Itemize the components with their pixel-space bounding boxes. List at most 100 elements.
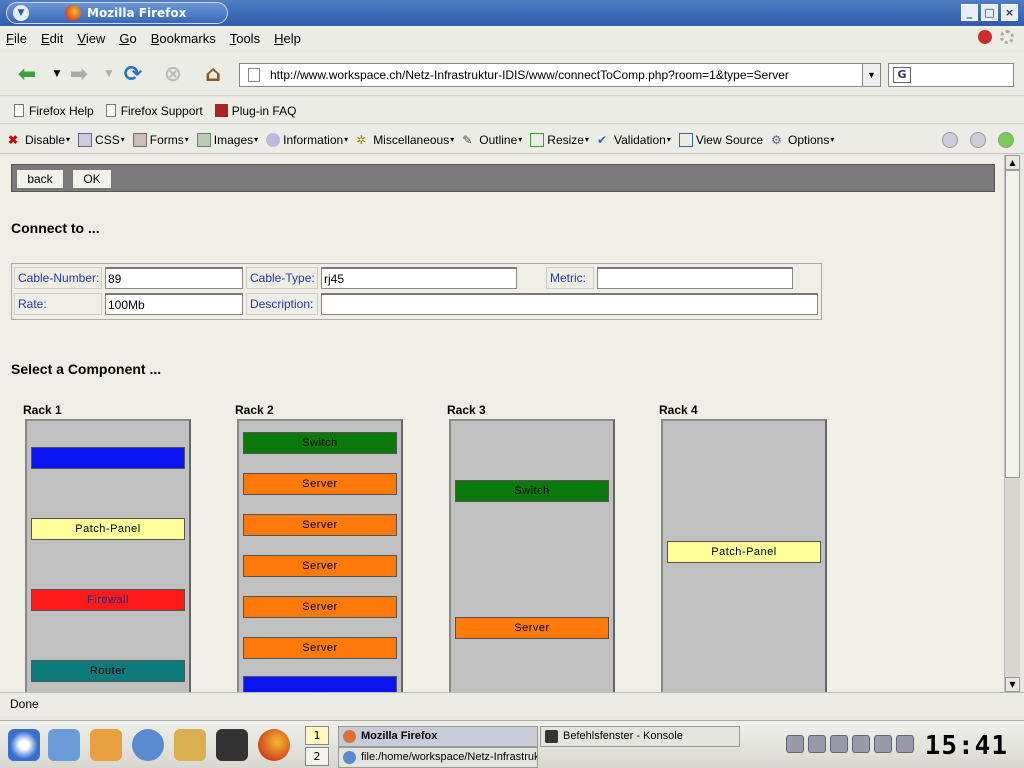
bookmark-plugin-faq[interactable]: Plug-in FAQ (214, 104, 296, 118)
menu-bookmarks[interactable]: Bookmarks (151, 31, 216, 46)
cable-form: Cable-Number: Cable-Type: Metric: Rate: … (11, 263, 822, 320)
bookmark-firefox-support[interactable]: Firefox Support (105, 104, 203, 118)
forward-history-dropdown-icon[interactable]: ▼ (96, 61, 122, 87)
minimize-button[interactable]: _ (961, 4, 978, 21)
menu-help[interactable]: Help (274, 31, 301, 46)
stop-icon[interactable]: ⊗ (160, 61, 186, 87)
devbar-resize[interactable]: Resize ▾ (530, 132, 589, 147)
home-folder-icon[interactable] (90, 729, 122, 761)
task-file-path[interactable]: file:/home/workspace/Netz-Infrastrukt (338, 747, 538, 768)
menu-file[interactable]: File (6, 31, 27, 46)
tray-update-icon[interactable] (874, 735, 892, 753)
maximize-button[interactable]: □ (981, 4, 998, 21)
mail-icon[interactable] (174, 729, 206, 761)
component-server[interactable]: Server (243, 473, 397, 495)
forward-icon[interactable]: ➡ (66, 61, 92, 87)
firefox-launcher-icon[interactable] (258, 729, 290, 761)
metric-label: Metric: (546, 267, 594, 289)
resize-icon (530, 132, 545, 147)
component-usv[interactable]: USV (31, 447, 185, 469)
information-icon (266, 132, 281, 147)
devbar-forms[interactable]: Forms ▾ (132, 132, 189, 147)
terminal-icon[interactable] (216, 729, 248, 761)
help-icon[interactable] (942, 132, 958, 148)
cable-type-field[interactable] (321, 267, 517, 289)
window-titlebar[interactable]: ▼ Mozilla Firefox _ □ × (0, 0, 1024, 26)
devbar-css[interactable]: CSS ▾ (78, 132, 125, 147)
menu-tools[interactable]: Tools (230, 31, 260, 46)
search-input[interactable]: G (888, 63, 1014, 87)
url-dropdown-icon[interactable]: ▼ (862, 64, 880, 86)
browser-icon[interactable] (132, 729, 164, 761)
reload-icon[interactable]: ⟳ (120, 61, 146, 87)
component-usv[interactable]: USV (243, 676, 397, 692)
scroll-up-icon[interactable]: ▲ (1005, 155, 1020, 170)
component-switch[interactable]: Switch (455, 480, 609, 502)
devbar-options[interactable]: ⚙ Options ▾ (771, 133, 834, 147)
go-icon[interactable] (998, 132, 1014, 148)
devbar-view-source[interactable]: View Source (678, 132, 763, 147)
close-button[interactable]: × (1001, 4, 1018, 21)
component-server[interactable]: Server (243, 555, 397, 577)
devbar-outline[interactable]: ✎ Outline ▾ (462, 133, 522, 147)
component-patch-panel[interactable]: Patch-Panel (31, 518, 185, 540)
menu-view[interactable]: View (77, 31, 105, 46)
document-icon (14, 104, 24, 117)
menu-edit[interactable]: Edit (41, 31, 63, 46)
vertical-scrollbar[interactable]: ▲ ▼ (1004, 155, 1020, 692)
search-engine-icon[interactable]: G (893, 67, 911, 83)
component-server[interactable]: Server (243, 596, 397, 618)
bookmark-firefox-help[interactable]: Firefox Help (14, 104, 94, 118)
status-text: Done (10, 697, 39, 711)
metric-field[interactable] (597, 267, 793, 289)
component-server[interactable]: Server (243, 514, 397, 536)
component-patch-panel[interactable]: Patch-Panel (667, 541, 821, 563)
tools-icon: ✲ (356, 132, 367, 147)
window-menu-icon[interactable]: ▼ (13, 5, 29, 21)
desktop-1-button[interactable]: 1 (305, 726, 329, 745)
clock[interactable]: 15:41 (925, 731, 1008, 761)
tray-calendar-icon[interactable] (852, 735, 870, 753)
scrollbar-thumb[interactable] (1005, 170, 1020, 478)
component-server[interactable]: Server (455, 617, 609, 639)
devbar-disable[interactable]: ✖ Disable ▾ (8, 133, 70, 147)
desktop-2-button[interactable]: 2 (305, 747, 329, 766)
scroll-down-icon[interactable]: ▼ (1005, 677, 1020, 692)
forms-icon (132, 132, 147, 147)
connect-heading: Connect to ... (11, 220, 100, 236)
devbar-validation[interactable]: ✔ Validation ▾ (597, 133, 671, 147)
cable-number-field[interactable] (105, 267, 243, 289)
tray-network-icon[interactable] (786, 735, 804, 753)
tray-tools-icon[interactable] (896, 735, 914, 753)
component-switch[interactable]: Switch (243, 432, 397, 454)
url-bar[interactable]: http://www.workspace.ch/Netz-Infrastrukt… (239, 63, 881, 87)
tray-klipper-icon[interactable] (808, 735, 826, 753)
desktop-icon[interactable] (48, 729, 80, 761)
images-icon (196, 132, 211, 147)
css-icon (78, 132, 93, 147)
validation-icon: ✔ (597, 132, 608, 147)
rate-field[interactable] (105, 293, 243, 315)
description-field[interactable] (321, 293, 818, 315)
back-button[interactable]: back (16, 169, 64, 189)
home-icon[interactable]: ⌂ (200, 61, 226, 87)
devbar-images[interactable]: Images ▾ (196, 132, 258, 147)
component-router[interactable]: Router (31, 660, 185, 682)
rack-1: USV Patch-Panel Firewall Router (25, 419, 191, 692)
rack-2: Switch Server Server Server Server Serve… (237, 419, 403, 692)
cable-type-label: Cable-Type: (246, 267, 318, 289)
task-konsole[interactable]: Befehlsfenster - Konsole (540, 726, 740, 747)
component-server[interactable]: Server (243, 637, 397, 659)
devbar-miscellaneous[interactable]: ✲ Miscellaneous ▾ (356, 133, 454, 147)
description-label: Description: (246, 293, 318, 315)
task-mozilla-firefox[interactable]: Mozilla Firefox (338, 726, 538, 747)
menu-go[interactable]: Go (119, 31, 136, 46)
component-firewall[interactable]: Firewall (31, 589, 185, 611)
devbar-information[interactable]: Information ▾ (266, 132, 348, 147)
ok-button[interactable]: OK (72, 169, 112, 189)
back-icon[interactable]: ⬅ (14, 61, 40, 87)
kde-menu-icon[interactable] (8, 729, 40, 761)
settings-icon[interactable] (970, 132, 986, 148)
tray-volume-icon[interactable] (830, 735, 848, 753)
window-title-pill[interactable]: ▼ Mozilla Firefox (6, 2, 228, 24)
